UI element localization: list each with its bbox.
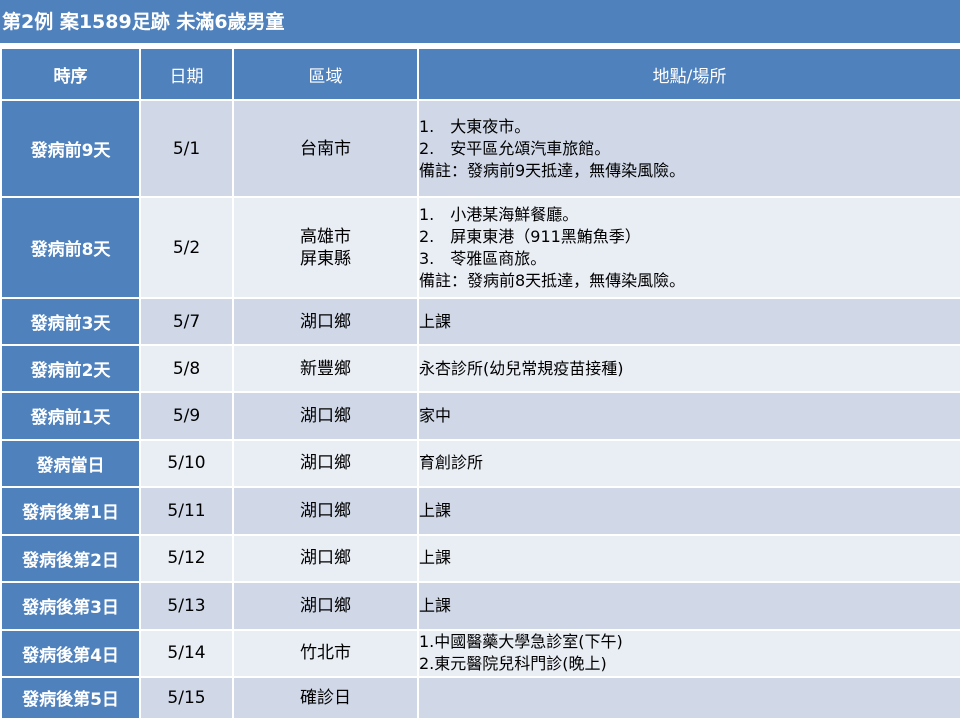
place-line: 家中 bbox=[419, 405, 452, 425]
place-line: 2. 屏東東港（911黑鮪魚季） bbox=[419, 226, 641, 246]
table-row: 發病後第5日 5/15 確診日 bbox=[0, 675, 960, 720]
cell-date: 5/11 bbox=[139, 485, 234, 536]
place-line: 上課 bbox=[419, 548, 452, 568]
cell-date: 5/10 bbox=[139, 438, 234, 488]
cell-area: 湖口鄉 bbox=[232, 485, 419, 536]
cell-sequence: 發病前3天 bbox=[0, 297, 141, 347]
cell-sequence: 發病當日 bbox=[0, 438, 141, 488]
cell-date: 5/9 bbox=[139, 391, 234, 441]
page-title: 第2例 案1589足跡 未滿6歲男童 bbox=[0, 0, 960, 45]
table-row: 發病前9天 5/1 台南市 1. 大東夜市。 2. 安平區允頌汽車旅館。 備註：發病前9天… bbox=[0, 98, 960, 199]
cell-area: 高雄市 屏東縣 bbox=[232, 196, 419, 300]
place-line: 1. 大東夜市。 bbox=[419, 116, 531, 136]
cell-place: 家中 bbox=[417, 391, 960, 441]
cell-sequence: 發病後第5日 bbox=[0, 675, 141, 720]
cell-date: 5/1 bbox=[139, 98, 234, 199]
place-line: 3. 苓雅區商旅。 bbox=[419, 248, 547, 268]
table-row: 發病前1天 5/9 湖口鄉 家中 bbox=[0, 391, 960, 441]
cell-sequence: 發病前9天 bbox=[0, 98, 141, 199]
area-name: 竹北市 bbox=[300, 643, 351, 664]
cell-place: 上課 bbox=[417, 485, 960, 536]
column-header-date: 日期 bbox=[139, 47, 234, 101]
cell-sequence: 發病前8天 bbox=[0, 196, 141, 300]
cell-date: 5/2 bbox=[139, 196, 234, 300]
place-line: 備註：發病前9天抵達，無傳染風險。 bbox=[419, 160, 686, 180]
cell-date: 5/8 bbox=[139, 344, 234, 394]
area-name: 湖口鄉 bbox=[300, 548, 351, 569]
place-line: 上課 bbox=[419, 500, 452, 520]
cell-sequence: 發病前1天 bbox=[0, 391, 141, 441]
table-row: 發病後第1日 5/11 湖口鄉 上課 bbox=[0, 485, 960, 536]
table-header-row: 時序 日期 區域 地點/場所 bbox=[0, 47, 960, 101]
area-name: 湖口鄉 bbox=[300, 453, 351, 474]
cell-place: 上課 bbox=[417, 533, 960, 583]
cell-date: 5/12 bbox=[139, 533, 234, 583]
table-row: 發病後第3日 5/13 湖口鄉 上課 bbox=[0, 580, 960, 631]
place-line: 2. 安平區允頌汽車旅館。 bbox=[419, 138, 611, 158]
area-name: 屏東縣 bbox=[300, 248, 351, 269]
area-name: 湖口鄉 bbox=[300, 595, 351, 616]
area-name: 湖口鄉 bbox=[300, 311, 351, 332]
cell-place: 上課 bbox=[417, 297, 960, 347]
itinerary-table: 時序 日期 區域 地點/場所 發病前9天 5/1 台南市 1. 大東夜市。 2. 安平區… bbox=[0, 47, 960, 720]
place-line: 永杏診所(幼兒常規疫苗接種) bbox=[419, 358, 624, 378]
column-header-place: 地點/場所 bbox=[417, 47, 960, 101]
cell-date: 5/13 bbox=[139, 580, 234, 631]
cell-place: 育創診所 bbox=[417, 438, 960, 488]
column-header-area: 區域 bbox=[232, 47, 419, 101]
column-header-sequence: 時序 bbox=[0, 47, 141, 101]
cell-date: 5/15 bbox=[139, 675, 234, 720]
cell-area: 新豐鄉 bbox=[232, 344, 419, 394]
cell-area: 湖口鄉 bbox=[232, 533, 419, 583]
area-name: 台南市 bbox=[300, 138, 351, 159]
place-line: 上課 bbox=[419, 311, 452, 331]
cell-place: 永杏診所(幼兒常規疫苗接種) bbox=[417, 344, 960, 394]
table-row: 發病後第4日 5/14 竹北市 1.中國醫藥大學急診室(下午) 2.東元醫院兒科門診(晚… bbox=[0, 628, 960, 678]
area-name: 湖口鄉 bbox=[300, 500, 351, 521]
cell-sequence: 發病後第4日 bbox=[0, 628, 141, 678]
cell-sequence: 發病前2天 bbox=[0, 344, 141, 394]
table-row: 發病當日 5/10 湖口鄉 育創診所 bbox=[0, 438, 960, 488]
cell-area: 湖口鄉 bbox=[232, 580, 419, 631]
table-row: 發病前3天 5/7 湖口鄉 上課 bbox=[0, 297, 960, 347]
cell-place: 上課 bbox=[417, 580, 960, 631]
place-line: 上課 bbox=[419, 595, 452, 615]
area-name: 確診日 bbox=[300, 687, 351, 708]
cell-place: 1. 大東夜市。 2. 安平區允頌汽車旅館。 備註：發病前9天抵達，無傳染風險。 bbox=[417, 98, 960, 199]
cell-sequence: 發病後第1日 bbox=[0, 485, 141, 536]
cell-sequence: 發病後第3日 bbox=[0, 580, 141, 631]
table-row: 發病前8天 5/2 高雄市 屏東縣 1. 小港某海鮮餐廳。 2. 屏東東港（911黑鮪魚季… bbox=[0, 196, 960, 300]
cell-area: 竹北市 bbox=[232, 628, 419, 678]
cell-area: 確診日 bbox=[232, 675, 419, 720]
cell-date: 5/14 bbox=[139, 628, 234, 678]
area-name: 湖口鄉 bbox=[300, 405, 351, 426]
place-line: 1.中國醫藥大學急診室(下午) bbox=[419, 632, 623, 652]
cell-sequence: 發病後第2日 bbox=[0, 533, 141, 583]
cell-area: 台南市 bbox=[232, 98, 419, 199]
table-row: 發病後第2日 5/12 湖口鄉 上課 bbox=[0, 533, 960, 583]
place-line: 2.東元醫院兒科門診(晚上) bbox=[419, 654, 607, 674]
cell-date: 5/7 bbox=[139, 297, 234, 347]
cell-place: 1. 小港某海鮮餐廳。 2. 屏東東港（911黑鮪魚季） 3. 苓雅區商旅。 備註：發… bbox=[417, 196, 960, 300]
cell-area: 湖口鄉 bbox=[232, 438, 419, 488]
place-line: 育創診所 bbox=[419, 453, 484, 473]
table-body: 發病前9天 5/1 台南市 1. 大東夜市。 2. 安平區允頌汽車旅館。 備註：發病前9天… bbox=[0, 98, 960, 720]
place-line: 備註：發病前8天抵達，無傳染風險。 bbox=[419, 270, 686, 290]
place-line: 1. 小港某海鮮餐廳。 bbox=[419, 204, 579, 224]
cell-area: 湖口鄉 bbox=[232, 297, 419, 347]
area-name: 新豐鄉 bbox=[300, 358, 351, 379]
table-row: 發病前2天 5/8 新豐鄉 永杏診所(幼兒常規疫苗接種) bbox=[0, 344, 960, 394]
cell-place: 1.中國醫藥大學急診室(下午) 2.東元醫院兒科門診(晚上) bbox=[417, 628, 960, 678]
cell-area: 湖口鄉 bbox=[232, 391, 419, 441]
area-name: 高雄市 bbox=[300, 226, 351, 247]
cell-place bbox=[417, 675, 960, 720]
